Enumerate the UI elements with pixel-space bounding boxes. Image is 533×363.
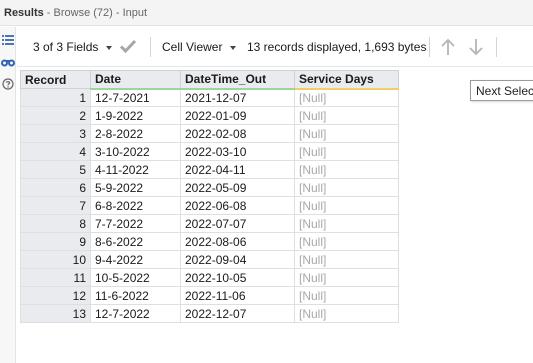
datetime-out-cell[interactable]: 2022-04-11 [180,160,295,179]
service-days-cell[interactable]: [Null] [294,142,399,161]
toolbar-separator [150,37,151,57]
service-days-cell[interactable]: [Null] [294,268,399,287]
chevron-down-icon [106,45,113,50]
service-days-cell[interactable]: [Null] [294,304,399,323]
datetime-out-cell[interactable]: 2022-11-06 [180,286,295,305]
date-cell[interactable]: 3-10-2022 [90,142,181,161]
record-cell[interactable]: 6 [20,178,91,197]
record-cell[interactable]: 5 [20,160,91,179]
datetime-out-cell[interactable]: 2022-06-08 [180,196,295,215]
date-cell[interactable]: 5-9-2022 [90,178,181,197]
table-row[interactable]: 11 10-5-2022 2022-10-05 [Null] [20,268,399,287]
date-cell[interactable]: 4-11-2022 [90,160,181,179]
datetime-out-cell[interactable]: 2022-03-10 [180,142,295,161]
service-days-cell[interactable]: [Null] [294,106,399,125]
column-header-datetime-out[interactable]: DateTime_Out [180,70,295,90]
record-cell[interactable]: 4 [20,142,91,161]
help-icon[interactable] [0,76,16,92]
window-title-main: Results [4,7,44,19]
table-row[interactable]: 8 7-7-2022 2022-07-07 [Null] [20,214,399,233]
table-header-row: Record Date DateTime_Out Service Days [20,70,399,90]
table-row[interactable]: 9 8-6-2022 2022-08-06 [Null] [20,232,399,251]
cell-viewer-dropdown[interactable]: Cell Viewer [162,39,237,55]
date-cell[interactable]: 7-7-2022 [90,214,181,233]
datetime-out-cell[interactable]: 2022-12-07 [180,304,295,323]
datetime-out-cell[interactable]: 2022-02-08 [180,124,295,143]
toolbar-separator [496,37,497,57]
service-days-cell[interactable]: [Null] [294,124,399,143]
date-cell[interactable]: 12-7-2022 [90,304,181,323]
left-rail [0,27,16,363]
datetime-out-cell[interactable]: 2022-05-09 [180,178,295,197]
table-row[interactable]: 6 5-9-2022 2022-05-09 [Null] [20,178,399,197]
fields-dropdown[interactable]: 3 of 3 Fields [33,39,113,55]
window-title-detail: - Browse (72) - Input [43,7,148,19]
record-cell[interactable]: 9 [20,232,91,251]
record-cell[interactable]: 11 [20,268,91,287]
service-days-cell[interactable]: [Null] [294,160,399,179]
binoculars-icon[interactable] [0,54,16,70]
table-row[interactable]: 13 12-7-2022 2022-12-07 [Null] [20,304,399,323]
column-header-record[interactable]: Record [20,70,91,89]
table-row[interactable]: 2 1-9-2022 2022-01-09 [Null] [20,106,399,125]
record-cell[interactable]: 2 [20,106,91,125]
service-days-cell[interactable]: [Null] [294,232,399,251]
window-title: Results - Browse (72) - Input [0,0,533,26]
table-row[interactable]: 10 9-4-2022 2022-09-04 [Null] [20,250,399,269]
column-header-date[interactable]: Date [90,70,181,90]
service-days-cell[interactable]: [Null] [294,214,399,233]
table-row[interactable]: 4 3-10-2022 2022-03-10 [Null] [20,142,399,161]
table-row[interactable]: 12 11-6-2022 2022-11-06 [Null] [20,286,399,305]
service-days-cell[interactable]: [Null] [294,250,399,269]
datetime-out-cell[interactable]: 2022-01-09 [180,106,295,125]
date-cell[interactable]: 2-8-2022 [90,124,181,143]
results-table: Record Date DateTime_Out Service Days 11… [20,70,399,323]
date-cell[interactable]: 8-6-2022 [90,232,181,251]
service-days-cell[interactable]: [Null] [294,88,399,107]
record-cell[interactable]: 12 [20,286,91,305]
arrow-up-icon[interactable] [440,38,456,55]
datetime-out-cell[interactable]: 2021-12-07 [180,88,295,107]
date-cell[interactable]: 1-9-2022 [90,106,181,125]
datetime-out-cell[interactable]: 2022-10-05 [180,268,295,287]
date-cell[interactable]: 6-8-2022 [90,196,181,215]
table-row[interactable]: 7 6-8-2022 2022-06-08 [Null] [20,196,399,215]
record-cell[interactable]: 3 [20,124,91,143]
tooltip: Next Selected [470,80,533,101]
table-row[interactable]: 1 12-7-2021 2021-12-07 [Null] [20,88,399,107]
date-cell[interactable]: 9-4-2022 [90,250,181,269]
service-days-cell[interactable]: [Null] [294,178,399,197]
record-cell[interactable]: 7 [20,196,91,215]
datetime-out-cell[interactable]: 2022-09-04 [180,250,295,269]
results-toolbar: 3 of 3 Fields Cell Viewer 13 records dis… [17,27,533,67]
fields-dropdown-label: 3 of 3 Fields [33,40,99,54]
column-header-service-days[interactable]: Service Days [294,70,399,90]
list-icon[interactable] [0,32,16,48]
service-days-cell[interactable]: [Null] [294,286,399,305]
date-cell[interactable]: 10-5-2022 [90,268,181,287]
arrow-down-icon[interactable] [468,38,484,56]
chevron-down-icon [230,45,237,50]
record-cell[interactable]: 1 [20,88,91,107]
record-cell[interactable]: 13 [20,304,91,323]
table-body: 1 12-7-2021 2021-12-07 [Null] 2 1-9-2022 2022… [20,88,399,323]
toolbar-separator [429,37,430,57]
checkmark-icon[interactable] [119,38,137,54]
datetime-out-cell[interactable]: 2022-08-06 [180,232,295,251]
date-cell[interactable]: 12-7-2021 [90,88,181,107]
records-summary: 13 records displayed, 1,693 bytes [247,40,427,54]
record-cell[interactable]: 10 [20,250,91,269]
datetime-out-cell[interactable]: 2022-07-07 [180,214,295,233]
cell-viewer-label: Cell Viewer [162,40,223,54]
record-cell[interactable]: 8 [20,214,91,233]
service-days-cell[interactable]: [Null] [294,196,399,215]
table-row[interactable]: 3 2-8-2022 2022-02-08 [Null] [20,124,399,143]
table-row[interactable]: 5 4-11-2022 2022-04-11 [Null] [20,160,399,179]
date-cell[interactable]: 11-6-2022 [90,286,181,305]
